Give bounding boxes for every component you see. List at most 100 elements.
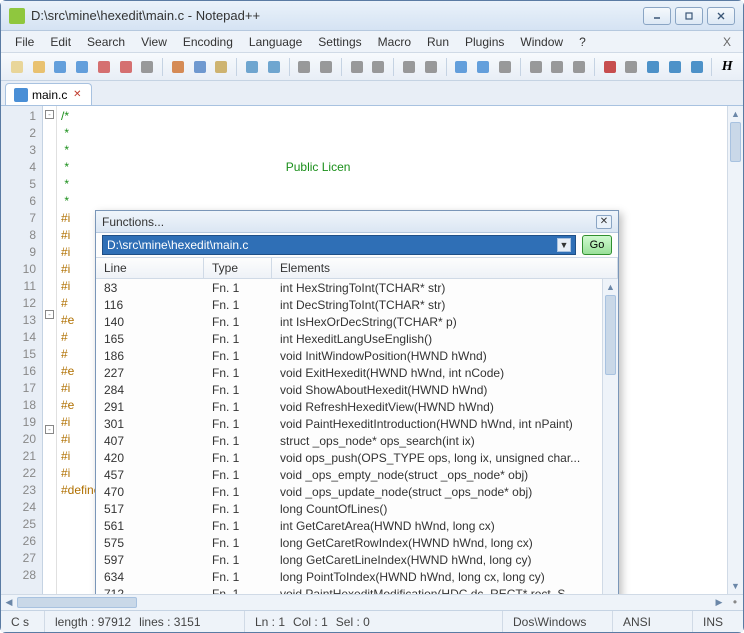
func-list-icon[interactable]: [569, 56, 589, 78]
menubar-close-x[interactable]: X: [717, 35, 737, 49]
menu-plugins[interactable]: Plugins: [457, 33, 512, 51]
tab-close-icon[interactable]: ✕: [71, 89, 83, 101]
function-row[interactable]: 457Fn. 1void _ops_empty_node(struct _ops…: [96, 466, 602, 483]
scroll-down-icon[interactable]: ▼: [728, 578, 743, 594]
play-icon[interactable]: [643, 56, 663, 78]
save-macro-icon[interactable]: [687, 56, 707, 78]
scroll-up-icon[interactable]: ▲: [728, 106, 743, 122]
scroll-left-icon[interactable]: ◀: [1, 595, 17, 610]
paste-icon[interactable]: [212, 56, 232, 78]
close-icon[interactable]: [94, 56, 114, 78]
hscroll-thumb[interactable]: [17, 597, 137, 608]
toolbar-separator: [289, 58, 290, 76]
sync-v-icon[interactable]: [399, 56, 419, 78]
vertical-scrollbar[interactable]: ▲ ▼: [727, 106, 743, 594]
function-row[interactable]: 470Fn. 1void _ops_update_node(struct _op…: [96, 483, 602, 500]
path-combobox[interactable]: D:\src\mine\hexedit\main.c ▼: [102, 235, 576, 255]
col-type[interactable]: Type: [204, 258, 272, 278]
menu-language[interactable]: Language: [241, 33, 310, 51]
function-row[interactable]: 597Fn. 1long GetCaretLineIndex(HWND hWnd…: [96, 551, 602, 568]
dialog-close-button[interactable]: ✕: [596, 215, 612, 229]
copy-icon[interactable]: [190, 56, 210, 78]
indent-guide-icon[interactable]: [495, 56, 515, 78]
toolbar-separator: [711, 58, 712, 76]
menubar: FileEditSearchViewEncodingLanguageSettin…: [1, 31, 743, 53]
menu-settings[interactable]: Settings: [310, 33, 369, 51]
function-row[interactable]: 186Fn. 1void InitWindowPosition(HWND hWn…: [96, 347, 602, 364]
function-row[interactable]: 407Fn. 1struct _ops_node* ops_search(int…: [96, 432, 602, 449]
tab-main-c[interactable]: main.c ✕: [5, 83, 92, 105]
function-row[interactable]: 420Fn. 1void ops_push(OPS_TYPE ops, long…: [96, 449, 602, 466]
save-icon[interactable]: [50, 56, 70, 78]
new-file-icon[interactable]: [7, 56, 27, 78]
function-row[interactable]: 291Fn. 1void RefreshHexeditView(HWND hWn…: [96, 398, 602, 415]
menu-search[interactable]: Search: [79, 33, 133, 51]
lang-icon[interactable]: [526, 56, 546, 78]
toolbar-separator: [446, 58, 447, 76]
menu-run[interactable]: Run: [419, 33, 457, 51]
function-row[interactable]: 83Fn. 1int HexStringToInt(TCHAR* str): [96, 279, 602, 296]
find-icon[interactable]: [294, 56, 314, 78]
function-row[interactable]: 517Fn. 1long CountOfLines(): [96, 500, 602, 517]
fold-column[interactable]: - - -: [43, 106, 57, 594]
open-file-icon[interactable]: [29, 56, 49, 78]
function-row[interactable]: 634Fn. 1long PointToIndex(HWND hWnd, lon…: [96, 568, 602, 585]
menu-macro[interactable]: Macro: [370, 33, 419, 51]
chevron-down-icon[interactable]: ▼: [557, 238, 571, 252]
zoom-in-icon[interactable]: [347, 56, 367, 78]
status-caret: Ln : 1 Col : 1 Sel : 0: [245, 611, 503, 632]
play-multi-icon[interactable]: [665, 56, 685, 78]
menu-window[interactable]: Window: [512, 33, 571, 51]
scroll-right-icon[interactable]: ▶: [711, 595, 727, 610]
menu-file[interactable]: File: [7, 33, 42, 51]
go-button[interactable]: Go: [582, 235, 612, 255]
zoom-out-icon[interactable]: [369, 56, 389, 78]
redo-icon[interactable]: [264, 56, 284, 78]
minimize-button[interactable]: [643, 7, 671, 25]
function-row[interactable]: 165Fn. 1int HexeditLangUseEnglish(): [96, 330, 602, 347]
status-eol: Dos\Windows: [503, 611, 613, 632]
status-encoding: ANSI: [613, 611, 693, 632]
menu-edit[interactable]: Edit: [42, 33, 79, 51]
menu-help[interactable]: ?: [571, 33, 594, 51]
tab-label: main.c: [32, 88, 67, 102]
function-row[interactable]: 575Fn. 1long GetCaretRowIndex(HWND hWnd,…: [96, 534, 602, 551]
maximize-button[interactable]: [675, 7, 703, 25]
menu-encoding[interactable]: Encoding: [175, 33, 241, 51]
scroll-thumb[interactable]: [730, 122, 741, 162]
status-lang: C s: [1, 611, 45, 632]
stop-icon[interactable]: [621, 56, 641, 78]
print-icon[interactable]: [137, 56, 157, 78]
horizontal-scrollbar[interactable]: ◀ ▶ •: [1, 594, 743, 610]
function-row[interactable]: 227Fn. 1void ExitHexedit(HWND hWnd, int …: [96, 364, 602, 381]
scroll-up-icon[interactable]: ▲: [603, 279, 618, 295]
function-row[interactable]: 561Fn. 1int GetCaretArea(HWND hWnd, long…: [96, 517, 602, 534]
record-icon[interactable]: [600, 56, 620, 78]
close-all-icon[interactable]: [116, 56, 136, 78]
col-line[interactable]: Line: [96, 258, 204, 278]
function-row[interactable]: 116Fn. 1int DecStringToInt(TCHAR* str): [96, 296, 602, 313]
menu-view[interactable]: View: [133, 33, 175, 51]
wordwrap-icon[interactable]: [452, 56, 472, 78]
titlebar: D:\src\mine\hexedit\main.c - Notepad++: [1, 1, 743, 31]
save-all-icon[interactable]: [72, 56, 92, 78]
replace-icon[interactable]: [316, 56, 336, 78]
dialog-titlebar[interactable]: Functions... ✕: [96, 211, 618, 233]
scroll-thumb[interactable]: [605, 295, 616, 375]
hex-icon[interactable]: H: [717, 56, 737, 78]
editor-pane: 1234567891011121314151617181920212223242…: [1, 105, 743, 594]
close-button[interactable]: [707, 7, 735, 25]
allchars-icon[interactable]: [473, 56, 493, 78]
app-icon: [9, 8, 25, 24]
function-row[interactable]: 140Fn. 1int IsHexOrDecString(TCHAR* p): [96, 313, 602, 330]
toolbar-separator: [520, 58, 521, 76]
function-row[interactable]: 712Fn. 1void PaintHexeditModification(HD…: [96, 585, 602, 594]
col-elements[interactable]: Elements: [272, 258, 618, 278]
sync-h-icon[interactable]: [421, 56, 441, 78]
function-row[interactable]: 301Fn. 1void PaintHexeditIntroduction(HW…: [96, 415, 602, 432]
undo-icon[interactable]: [242, 56, 262, 78]
cut-icon[interactable]: [168, 56, 188, 78]
list-scrollbar[interactable]: ▲ ▼: [602, 279, 618, 594]
function-row[interactable]: 284Fn. 1void ShowAboutHexedit(HWND hWnd): [96, 381, 602, 398]
doc-map-icon[interactable]: [547, 56, 567, 78]
